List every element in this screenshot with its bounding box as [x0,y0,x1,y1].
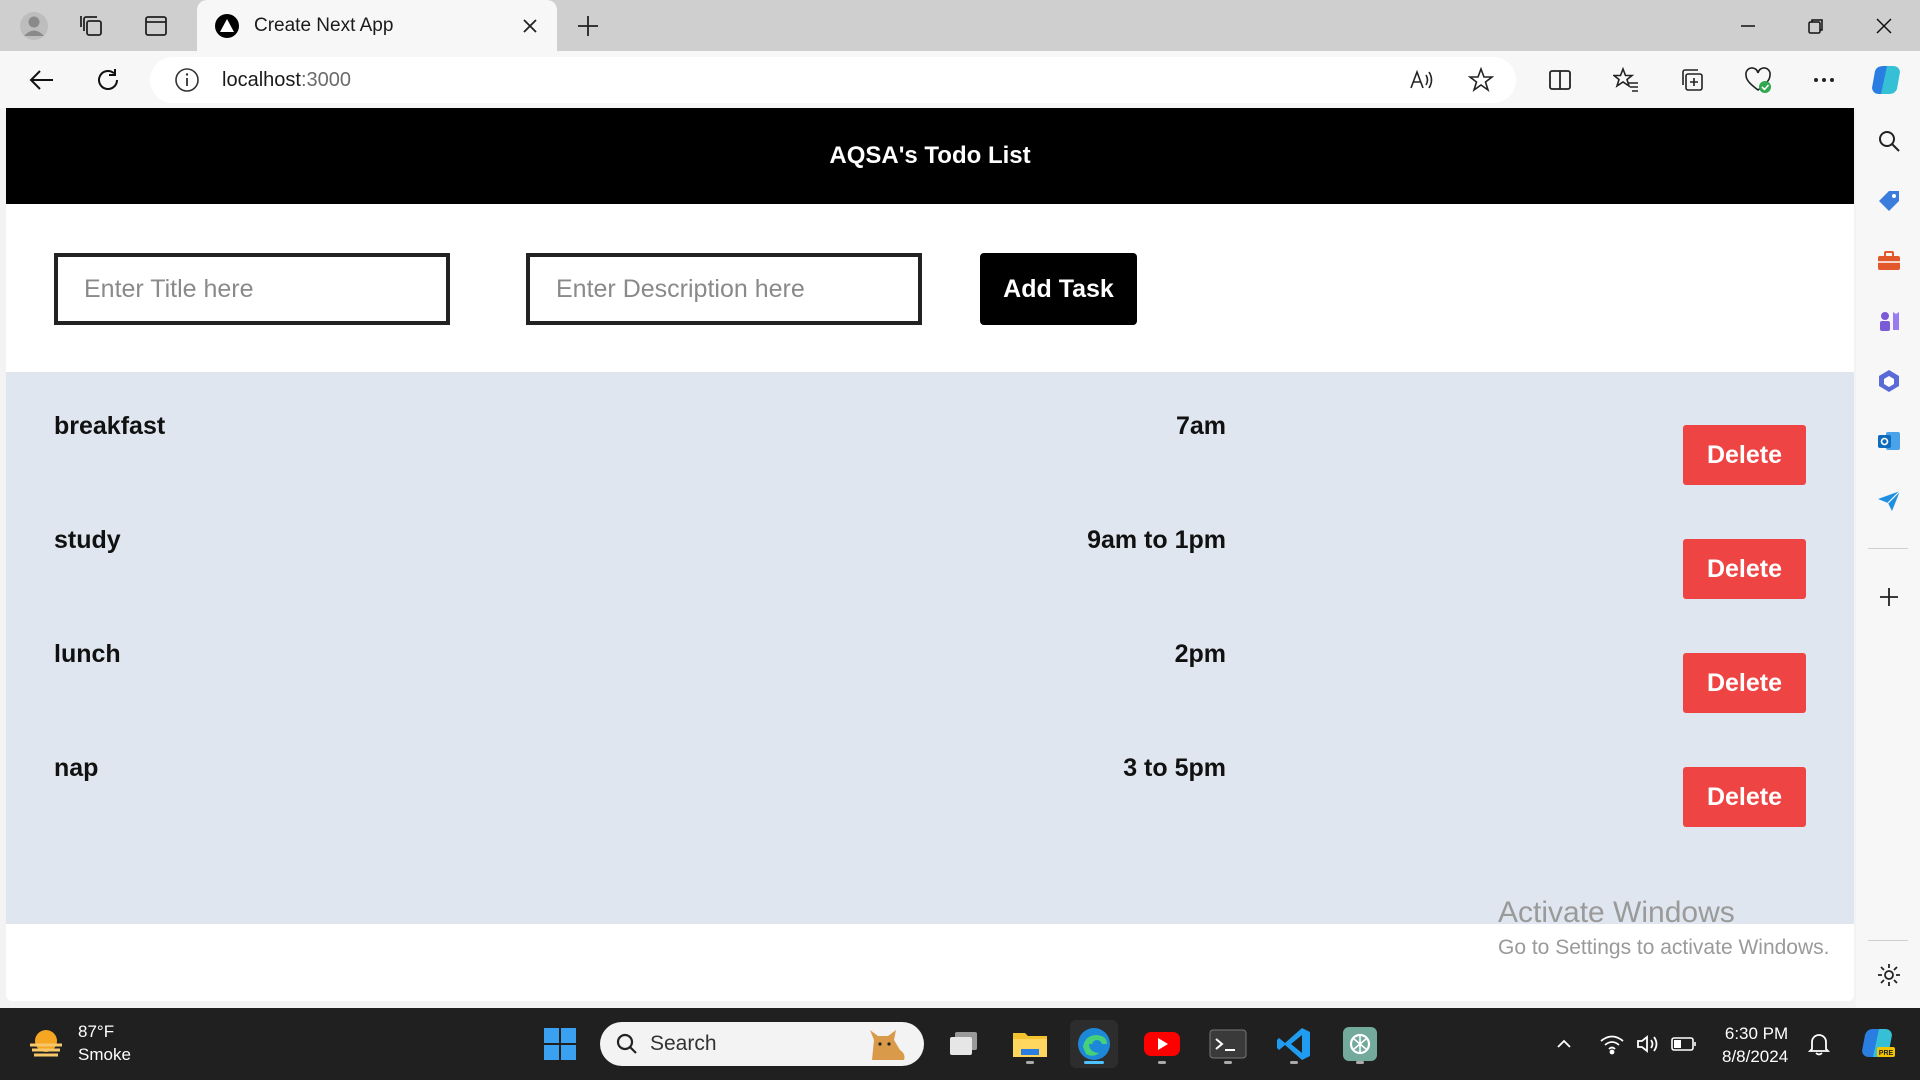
show-hidden-icons-chevron-icon[interactable] [1548,1028,1580,1060]
add-sidebar-app-icon[interactable] [1872,580,1906,614]
vscode-icon[interactable] [1270,1020,1318,1068]
minimize-icon[interactable] [1720,6,1776,46]
add-task-button[interactable]: Add Task [980,253,1137,325]
running-indicator [1158,1061,1166,1064]
system-clock[interactable]: 6:30 PM 8/8/2024 [1722,1022,1788,1068]
app-header: AQSA's Todo List [6,108,1854,204]
task-row: breakfast 7am Delete [6,372,1854,486]
split-screen-icon[interactable] [1540,61,1580,99]
url-port: :3000 [300,68,351,91]
copilot-icon[interactable] [1866,61,1906,99]
windows-taskbar: 87°F Smoke Search 6:30 PM 8/8/2024 PRE [0,1008,1920,1080]
new-tab-icon[interactable] [570,8,606,44]
svg-text:PRE: PRE [1879,1050,1894,1057]
sidebar-divider [1868,940,1908,941]
delete-button[interactable]: Delete [1683,539,1806,599]
delete-button[interactable]: Delete [1683,653,1806,713]
delete-button[interactable]: Delete [1683,767,1806,827]
url-host: localhost [222,68,301,91]
description-input[interactable] [526,253,922,325]
youtube-icon[interactable] [1138,1020,1186,1068]
task-description: 7am [1175,412,1226,440]
task-title: lunch [54,640,121,668]
clock-date: 8/8/2024 [1722,1047,1789,1066]
edge-sidebar [1856,108,1920,1008]
task-title: study [54,526,121,554]
battery-icon[interactable] [1668,1028,1700,1060]
active-indicator [1084,1061,1104,1064]
notification-bell-icon[interactable] [1803,1028,1835,1060]
start-windows-icon[interactable] [536,1020,584,1068]
copilot-pre-icon[interactable]: PRE [1858,1024,1898,1064]
chatgpt-icon[interactable] [1336,1020,1384,1068]
task-row: nap 3 to 5pm Delete [6,714,1854,828]
running-indicator [1026,1061,1034,1064]
running-indicator [1224,1061,1232,1064]
running-indicator [1356,1061,1364,1064]
refresh-icon[interactable] [88,61,128,99]
games-chess-icon[interactable] [1872,304,1906,338]
workspaces-icon[interactable] [74,8,110,44]
close-window-icon[interactable] [1856,6,1912,46]
tab-title: Create Next App [254,14,394,36]
watermark-subtitle: Go to Settings to activate Windows. [1498,936,1830,959]
wifi-icon[interactable] [1596,1028,1628,1060]
send-plane-icon[interactable] [1872,484,1906,518]
task-list: breakfast 7am Delete study 9am to 1pm De… [6,372,1854,924]
browser-tab-strip: Create Next App [0,0,1920,51]
weather-temperature: 87°F [78,1022,115,1041]
tab-close-icon[interactable] [515,11,545,41]
task-title: breakfast [54,412,166,440]
back-arrow-icon[interactable] [22,61,62,99]
browser-essentials-icon[interactable] [1738,61,1778,99]
favorite-star-icon[interactable] [1464,63,1498,97]
task-description: 2pm [1174,640,1226,668]
task-description: 3 to 5pm [1123,754,1226,782]
task-description: 9am to 1pm [1087,526,1226,554]
profile-avatar-icon[interactable] [16,8,52,44]
collections-icon[interactable] [1672,61,1712,99]
search-label: Search [650,1032,717,1055]
url-text: localhost:3000 [222,69,351,92]
sidebar-divider [1868,548,1908,549]
task-view-icon[interactable] [940,1020,988,1068]
clock-time: 6:30 PM [1724,1024,1789,1043]
file-explorer-icon[interactable] [1006,1020,1054,1068]
sidebar-settings-gear-icon[interactable] [1872,958,1906,992]
volume-icon[interactable] [1632,1028,1664,1060]
taskbar-search[interactable]: Search [600,1022,924,1066]
sun-haze-icon [30,1030,62,1057]
delete-button[interactable]: Delete [1683,425,1806,485]
shopping-tag-icon[interactable] [1872,184,1906,218]
activate-windows-watermark: Activate Windows Go to Settings to activ… [1498,896,1830,960]
vertical-tabs-icon[interactable] [138,8,174,44]
weather-condition: Smoke [78,1045,131,1064]
task-row: lunch 2pm Delete [6,600,1854,714]
nextjs-favicon-icon [215,13,239,38]
task-row: study 9am to 1pm Delete [6,486,1854,600]
restore-icon[interactable] [1788,6,1844,46]
running-indicator [1290,1061,1298,1064]
terminal-icon[interactable] [1204,1020,1252,1068]
more-options-icon[interactable] [1804,61,1844,99]
edge-browser-icon[interactable] [1070,1020,1118,1068]
task-title: nap [54,754,99,782]
page-title: AQSA's Todo List [829,142,1031,169]
search-icon[interactable] [1872,124,1906,158]
cat-search-highlight-icon [870,1030,905,1060]
watermark-title: Activate Windows [1498,896,1735,929]
title-input[interactable] [54,253,450,325]
outlook-icon[interactable] [1872,424,1906,458]
browser-toolbar: localhost:3000 [0,51,1920,108]
search-icon [616,1033,637,1054]
page-viewport: AQSA's Todo List Add Task breakfast 7am … [6,108,1854,1001]
microsoft-365-icon[interactable] [1872,364,1906,398]
active-tab[interactable]: Create Next App [197,0,557,51]
address-bar[interactable]: localhost:3000 [150,57,1516,103]
read-aloud-icon[interactable] [1404,63,1438,97]
tools-briefcase-icon[interactable] [1872,244,1906,278]
weather-widget[interactable]: 87°F Smoke [26,1020,131,1066]
favorites-list-icon[interactable] [1606,61,1646,99]
site-info-icon[interactable] [174,67,200,93]
